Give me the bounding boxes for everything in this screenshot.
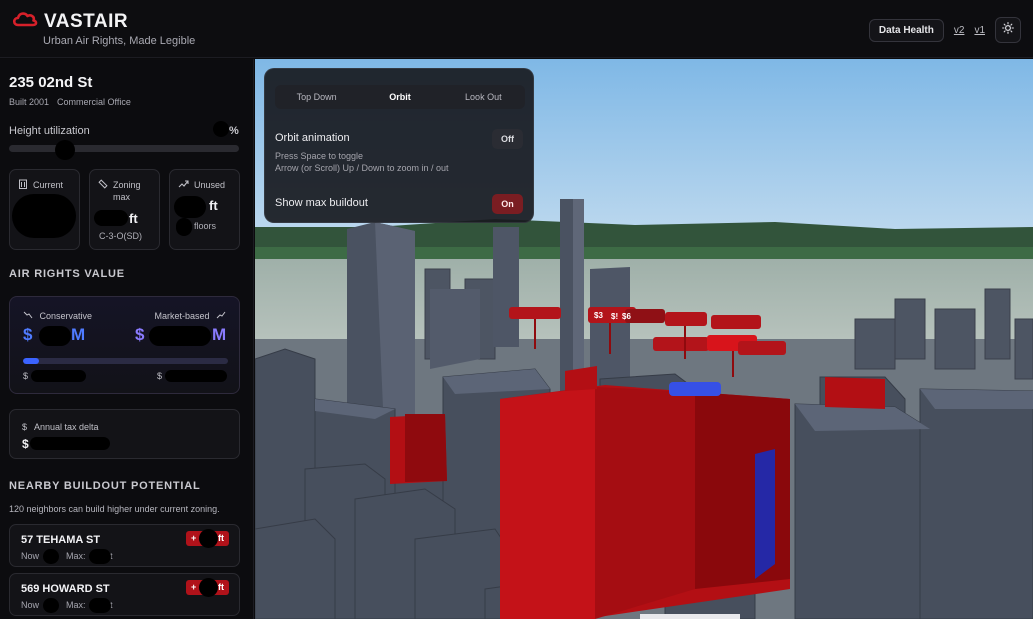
- brand-logo[interactable]: VASTAIR: [12, 9, 128, 34]
- air-rights-title: AIR RIGHTS VALUE: [9, 268, 125, 280]
- theme-toggle-button[interactable]: [995, 17, 1021, 43]
- nearby-item-name: 57 TEHAMA ST: [21, 534, 101, 546]
- view-controls-panel: Top Down Orbit Look Out Orbit animation …: [264, 68, 534, 223]
- nearby-gain-badge: + ft: [186, 578, 229, 597]
- building-icon: [18, 179, 28, 192]
- conservative-small-redacted: [31, 370, 86, 382]
- property-use: Commercial Office: [57, 97, 131, 107]
- view-mode-orbit[interactable]: Orbit: [358, 85, 441, 109]
- zoning-max-card: Zoning max ft C-3-O(SD): [89, 169, 160, 250]
- nearby-title: NEARBY BUILDOUT POTENTIAL: [9, 480, 201, 492]
- trend-up-small-icon: [213, 311, 226, 321]
- nearby-now-redacted: [43, 549, 59, 564]
- map-label-3: $6: [622, 312, 631, 321]
- conservative-small-currency: $: [23, 371, 29, 381]
- property-address: 235 02nd St: [9, 74, 93, 91]
- max-buildout-toggle[interactable]: On: [492, 194, 523, 214]
- market-label: Market-based: [154, 311, 210, 321]
- trend-down-icon: [23, 311, 36, 321]
- orbit-hint-toggle: Press Space to toggle: [275, 151, 364, 161]
- view-mode-segmented: Top Down Orbit Look Out: [275, 85, 525, 109]
- market-label-wrap: Market-based: [154, 311, 226, 321]
- conservative-label-wrap: Conservative: [23, 311, 92, 321]
- height-utilization-bar: [9, 145, 239, 152]
- max-buildout-label: Show max buildout: [275, 197, 368, 209]
- map-label-2: $!: [611, 312, 618, 321]
- market-value-redacted: [149, 326, 211, 346]
- unused-height-card: Unused ft floors: [169, 169, 240, 250]
- nearby-max-redacted: [89, 598, 111, 613]
- ruler-icon: [98, 179, 108, 203]
- version-link-v1[interactable]: v1: [974, 25, 985, 36]
- app-root: VASTAIR Urban Air Rights, Made Legible D…: [0, 0, 1033, 619]
- data-health-button[interactable]: Data Health: [868, 18, 944, 42]
- annual-tax-currency: $: [22, 437, 29, 451]
- nearby-item[interactable]: 569 HOWARD ST NowftMax:ft + ft: [9, 573, 240, 616]
- height-utilization-label: Height utilization: [9, 125, 90, 137]
- top-bar: VASTAIR Urban Air Rights, Made Legible D…: [0, 0, 1033, 58]
- sun-icon: [1002, 21, 1014, 39]
- conservative-currency: $: [23, 325, 33, 344]
- unused-ft-redacted: [174, 196, 206, 218]
- current-height-redacted: [12, 194, 76, 238]
- unused-floors-redacted: [176, 218, 192, 236]
- view-mode-look-out[interactable]: Look Out: [442, 85, 525, 109]
- unused-label: Unused: [194, 180, 226, 190]
- conservative-label: Conservative: [39, 311, 93, 321]
- built-year: Built 2001: [9, 97, 50, 107]
- property-meta: Built 2001 Commercial Office: [9, 97, 131, 107]
- trend-up-icon: [178, 179, 189, 192]
- nearby-max-redacted: [89, 549, 111, 564]
- brand-tagline: Urban Air Rights, Made Legible: [43, 35, 196, 47]
- market-suffix: M: [212, 325, 227, 344]
- property-sidebar: 235 02nd St Built 2001 Commercial Office…: [0, 59, 254, 619]
- current-height-card: Current: [9, 169, 80, 250]
- orbit-animation-label: Orbit animation: [275, 132, 350, 144]
- nearby-description: 120 neighbors can build higher under cur…: [9, 504, 220, 514]
- conservative-value-redacted: [39, 326, 71, 346]
- height-utilization-unit: %: [229, 125, 239, 137]
- air-rights-value-card: Conservative Market-based $ M $ M $ $: [9, 296, 240, 394]
- nearby-item[interactable]: 57 TEHAMA ST NowftMax:ft + ft: [9, 524, 240, 567]
- nearby-item-name: 569 HOWARD ST: [21, 583, 110, 595]
- zoning-label-max: max: [113, 192, 131, 202]
- brand-name: VASTAIR: [44, 10, 129, 32]
- value-range-bar: [23, 358, 228, 364]
- market-small-currency: $: [157, 371, 163, 381]
- view-mode-top-down[interactable]: Top Down: [275, 85, 358, 109]
- zoning-max-redacted: [94, 210, 128, 226]
- conservative-suffix: M: [71, 325, 86, 344]
- height-utilization-value-redacted: [213, 121, 229, 137]
- nearby-now-redacted: [43, 598, 59, 613]
- nearby-gain-badge: + ft: [186, 529, 229, 548]
- market-small-redacted: [165, 370, 227, 382]
- zoning-label: Zoning: [113, 180, 141, 190]
- annual-tax-card: $ Annual tax delta $: [9, 409, 240, 459]
- annual-tax-redacted: [30, 437, 110, 450]
- value-range-fill: [23, 358, 40, 364]
- orbit-animation-toggle[interactable]: Off: [492, 129, 523, 149]
- annual-tax-label: Annual tax delta: [34, 422, 99, 432]
- version-link-v2[interactable]: v2: [954, 25, 965, 36]
- cloud-logo-icon: [12, 9, 38, 34]
- market-currency: $: [135, 325, 145, 344]
- unused-unit: ft: [209, 198, 218, 213]
- orbit-hint-zoom: Arrow (or Scroll) Up / Down to zoom in /…: [275, 163, 449, 173]
- map-label-1: $3: [594, 311, 603, 320]
- unused-floors-label: floors: [194, 221, 217, 231]
- zoning-unit: ft: [129, 211, 138, 226]
- current-label: Current: [33, 180, 64, 190]
- height-utilization-marker-redacted: [55, 140, 75, 160]
- zoning-code: C-3-O(SD): [99, 231, 142, 241]
- dollar-icon: $: [22, 422, 28, 432]
